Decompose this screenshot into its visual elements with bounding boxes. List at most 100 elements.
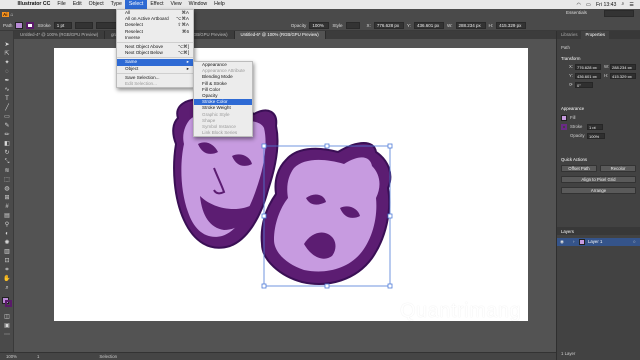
opacity-field[interactable]: 100%	[587, 133, 605, 139]
x-field[interactable]: 776.628 px	[575, 64, 601, 70]
menu-app[interactable]: Illustrator CC	[14, 0, 54, 9]
offset-path-button[interactable]: Offset Path	[561, 165, 597, 172]
blend-tool-icon[interactable]: ◐	[2, 230, 12, 238]
wifi-icon[interactable]: ◠	[577, 2, 582, 8]
type-tool-icon[interactable]: T	[2, 95, 12, 103]
notifications-icon[interactable]: ☰	[629, 2, 634, 8]
tab-untitled-4[interactable]: Untitled-4* @ 100% (RGB/GPU Preview)	[14, 31, 106, 39]
style-dropdown[interactable]	[345, 22, 360, 29]
fill-swatch[interactable]	[561, 115, 567, 121]
clock[interactable]: Fri 13:43	[596, 2, 616, 8]
screen-mode-icon[interactable]: ▣	[2, 322, 12, 330]
battery-icon[interactable]: ▭	[586, 2, 591, 8]
layer-row[interactable]: ◉ › Layer 1 ○	[557, 238, 640, 246]
fill-stroke-icon[interactable]	[2, 297, 12, 307]
arrange-button[interactable]: Arrange	[561, 187, 636, 194]
stroke-swatch[interactable]	[26, 22, 35, 29]
menu-window[interactable]: Window	[185, 0, 210, 9]
mesh-tool-icon[interactable]: #	[2, 203, 12, 211]
slice-tool-icon[interactable]: ⌗	[2, 266, 12, 274]
zoom-level[interactable]: 100%	[6, 354, 17, 359]
menu-item-label: Same	[125, 59, 138, 65]
layer-expand-icon[interactable]: ›	[573, 239, 575, 244]
drawing-mode-icon[interactable]: ◫	[2, 313, 12, 321]
symbol-sprayer-tool-icon[interactable]: ✺	[2, 239, 12, 247]
direct-selection-tool-icon[interactable]: ⇱	[2, 50, 12, 58]
align-pixel-grid-button[interactable]: Align to Pixel Grid	[561, 176, 636, 183]
eraser-tool-icon[interactable]: ◧	[2, 140, 12, 148]
workspace-switcher[interactable]: Essentials	[566, 10, 587, 15]
paintbrush-tool-icon[interactable]: ✎	[2, 122, 12, 130]
layer-target-icon[interactable]: ○	[633, 239, 636, 244]
variable-width-field[interactable]	[74, 22, 93, 29]
line-tool-icon[interactable]: ╱	[2, 104, 12, 112]
theatre-masks-artwork[interactable]	[54, 48, 528, 321]
warp-tool-icon[interactable]: ≋	[2, 167, 12, 175]
brush-definition-field[interactable]	[95, 22, 118, 29]
menu-item-label: Stroke Color	[202, 99, 228, 105]
recolor-button[interactable]: Recolor	[600, 165, 636, 172]
menu-file[interactable]: File	[54, 0, 69, 9]
w-field[interactable]: 288.234 px	[455, 22, 486, 29]
magic-wand-tool-icon[interactable]: ✦	[2, 59, 12, 67]
more-tools-icon[interactable]: ⋯	[2, 331, 12, 339]
menu-item-label: Fill & Stroke	[202, 80, 227, 86]
opacity-label: Opacity	[290, 23, 307, 28]
artboard-number[interactable]: 1	[37, 354, 39, 359]
tab-libraries[interactable]: Libraries	[557, 31, 581, 39]
current-tool[interactable]: Selection	[99, 354, 117, 359]
stroke-swatch[interactable]	[561, 124, 567, 130]
select-menu-item-inverse[interactable]: Inverse	[117, 35, 193, 41]
free-transform-tool-icon[interactable]: ⬚	[2, 176, 12, 184]
x-field[interactable]: 776.628 px	[373, 22, 404, 29]
eyedropper-tool-icon[interactable]: ⚲	[2, 221, 12, 229]
angle-field[interactable]: 0°	[575, 82, 593, 88]
h-field[interactable]: 415.329 px	[610, 73, 636, 79]
menu-view[interactable]: View	[167, 0, 185, 9]
tab-untitled-6[interactable]: Untitled-6* @ 100% (RGB/GPU Preview)	[234, 31, 326, 39]
visibility-eye-icon[interactable]: ◉	[560, 239, 564, 245]
menu-edit[interactable]: Edit	[69, 0, 85, 9]
tab-properties[interactable]: Properties	[581, 31, 610, 39]
stroke-weight-field[interactable]: 1 pt	[53, 22, 72, 29]
rotate-tool-icon[interactable]: ↻	[2, 149, 12, 157]
menu-item-label: Fill Color	[202, 86, 221, 92]
select-menu-item-next-object-below[interactable]: Next Object Below ⌥⌘[	[117, 50, 193, 56]
menu-effect[interactable]: Effect	[147, 0, 167, 9]
artboard-tool-icon[interactable]: ⊡	[2, 257, 12, 265]
pen-tool-icon[interactable]: ✒	[2, 77, 12, 85]
opacity-field[interactable]: 100%	[309, 22, 330, 29]
selection-tool-icon[interactable]: ➤	[2, 41, 12, 49]
select-menu-item-object[interactable]: Object ▸	[117, 66, 193, 72]
menu-select[interactable]: Select	[125, 0, 147, 9]
hand-tool-icon[interactable]: ✋	[2, 275, 12, 283]
tragedy-mask[interactable]	[260, 142, 392, 285]
shape-builder-tool-icon[interactable]: ◍	[2, 185, 12, 193]
w-field[interactable]: 288.234 px	[610, 64, 636, 70]
menu-object[interactable]: Object	[85, 0, 107, 9]
column-graph-tool-icon[interactable]: ▥	[2, 248, 12, 256]
lasso-tool-icon[interactable]: ◌	[2, 68, 12, 76]
pencil-tool-icon[interactable]: ✏	[2, 131, 12, 139]
same-submenu: Appearance Appearance Attribute Blending M…	[193, 61, 253, 138]
y-field[interactable]: 436.601 px	[575, 73, 601, 79]
h-label: H:	[488, 23, 494, 28]
layers-header: Layers	[561, 229, 574, 234]
search-stock-input[interactable]	[604, 10, 634, 17]
home-icon[interactable]: ⌂	[11, 12, 14, 18]
artboard[interactable]	[54, 48, 528, 321]
fill-swatch[interactable]	[15, 22, 24, 29]
stroke-weight-field[interactable]: 1 pt	[587, 124, 603, 130]
perspective-grid-tool-icon[interactable]: ⊞	[2, 194, 12, 202]
spotlight-icon[interactable]: ⌕	[621, 1, 624, 8]
menu-type[interactable]: Type	[107, 0, 125, 9]
gradient-tool-icon[interactable]: ▤	[2, 212, 12, 220]
curvature-tool-icon[interactable]: ∿	[2, 86, 12, 94]
layer-name[interactable]: Layer 1	[588, 239, 602, 244]
scale-tool-icon[interactable]: ⤡	[2, 158, 12, 166]
rectangle-tool-icon[interactable]: ▭	[2, 113, 12, 121]
menu-help[interactable]: Help	[211, 0, 229, 9]
zoom-tool-icon[interactable]: ⌕	[2, 284, 12, 292]
h-field[interactable]: 415.329 px	[496, 22, 527, 29]
y-field[interactable]: 436.601 px	[413, 22, 444, 29]
